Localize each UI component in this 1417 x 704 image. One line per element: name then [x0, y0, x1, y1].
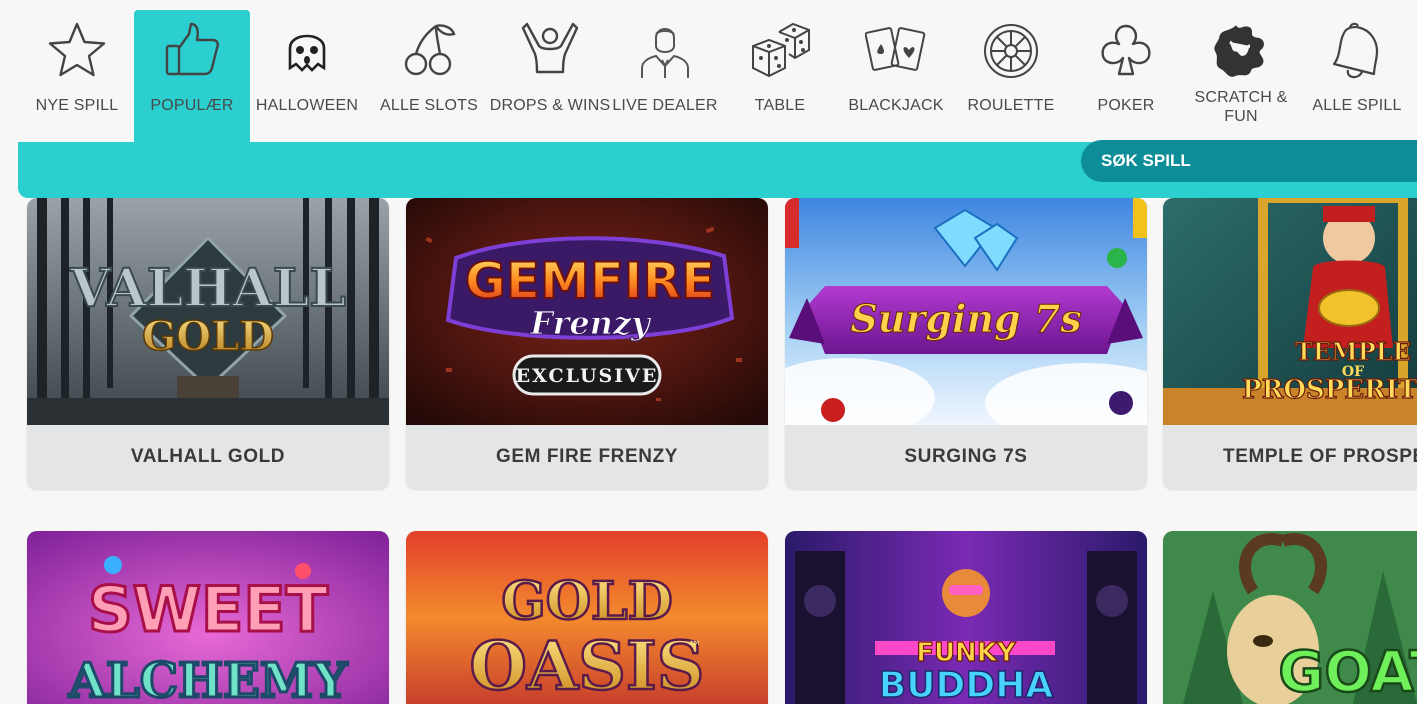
game-art-subtitle: BUDDHA: [879, 665, 1054, 704]
nav-label: ALLE SLOTS: [379, 97, 479, 114]
nav-label: HALLOWEEN: [255, 97, 359, 114]
game-art-subtitle: PROSPERITY: [1242, 375, 1417, 405]
nav-label: SCRATCH & FUN: [1194, 89, 1288, 125]
nav-item-nye-spill[interactable]: NYE SPILL: [24, 10, 130, 142]
ghost-icon: [276, 20, 338, 82]
nav-label: TABLE: [754, 97, 806, 114]
thumbs-up-icon: [161, 20, 223, 82]
nav-label: NYE SPILL: [35, 97, 119, 114]
game-art-trademark: ™: [688, 639, 702, 655]
game-card-gem-fire-frenzy[interactable]: GEMFIRE Frenzy EXCLUSIVE GEM FIRE FRENZY: [406, 198, 768, 489]
nav-item-scratch-fun[interactable]: SCRATCH & FUN: [1192, 10, 1290, 142]
nav-label: DROPS & WINS: [489, 97, 611, 114]
category-nav: NYE SPILL POPULÆR HALLOWEEN ALLE SLOTS D…: [0, 0, 1417, 142]
cheering-person-icon: [519, 20, 581, 82]
dealer-icon: [634, 20, 696, 82]
club-suit-icon: [1095, 20, 1157, 82]
nav-label: LIVE DEALER: [612, 97, 718, 114]
cherries-icon: [398, 20, 460, 82]
game-art-title: GOAT: [1278, 640, 1417, 704]
game-thumbnail: GEMFIRE Frenzy EXCLUSIVE: [406, 198, 768, 425]
game-art-title: SWEET: [88, 573, 328, 646]
game-thumbnail: VALHALL GOLD: [27, 198, 389, 425]
nav-label: POPULÆR: [150, 97, 234, 114]
bell-icon: [1326, 20, 1388, 82]
search-games-button[interactable]: SØK SPILL: [1081, 140, 1417, 182]
game-art-title: FUNKY: [916, 638, 1017, 668]
game-art-title: GEMFIRE: [465, 252, 715, 310]
game-title: TEMPLE OF PROSPERITY: [1223, 446, 1417, 467]
nav-item-alle-spill[interactable]: ALLE SPILL: [1306, 10, 1408, 142]
game-title: VALHALL GOLD: [130, 446, 286, 467]
nav-label: ROULETTE: [967, 97, 1055, 114]
game-art-subtitle: OASIS: [470, 627, 705, 704]
game-art-title: GOLD: [501, 571, 672, 632]
game-art-subtitle: Frenzy: [529, 304, 652, 342]
playing-cards-icon: [864, 20, 927, 82]
game-card-gold-oasis[interactable]: GOLD OASIS ™: [406, 531, 768, 704]
game-art-badge: EXCLUSIVE: [516, 365, 659, 387]
nav-label: ALLE SPILL: [1312, 97, 1402, 114]
game-thumbnail: FUNKY BUDDHA: [785, 531, 1147, 704]
game-art-title: TEMPLE: [1295, 337, 1411, 366]
nav-label: POKER: [1097, 97, 1155, 114]
roulette-wheel-icon: [980, 20, 1042, 82]
game-art-title: Surging 7s: [850, 296, 1081, 341]
nav-item-roulette[interactable]: ROULETTE: [960, 10, 1062, 142]
game-thumbnail: GOAT: [1163, 531, 1417, 704]
game-art-subtitle: GOLD: [142, 313, 274, 360]
game-title: GEM FIRE FRENZY: [495, 446, 679, 467]
game-title: SURGING 7S: [904, 446, 1028, 467]
game-card-valhall-gold[interactable]: VALHALL GOLD VALHALL GOLD: [27, 198, 389, 489]
nav-label: BLACKJACK: [848, 97, 944, 114]
nav-item-populaer[interactable]: POPULÆR: [134, 10, 250, 142]
game-card-temple-of-prosperity[interactable]: TEMPLE OF PROSPERITY TEMPLE OF PROSPERIT…: [1163, 198, 1417, 489]
game-card-funky-buddha[interactable]: FUNKY BUDDHA: [785, 531, 1147, 704]
game-card-surging-7s[interactable]: Surging 7s SURGING 7S: [785, 198, 1147, 489]
nav-item-poker[interactable]: POKER: [1078, 10, 1174, 142]
nav-item-blackjack[interactable]: BLACKJACK: [842, 10, 950, 142]
nav-item-halloween[interactable]: HALLOWEEN: [254, 10, 360, 142]
game-thumbnail: SWEET ALCHEMY: [27, 531, 389, 704]
nav-item-drops-wins[interactable]: DROPS & WINS: [490, 10, 610, 142]
nav-item-alle-slots[interactable]: ALLE SLOTS: [378, 10, 480, 142]
search-button-label: SØK SPILL: [1101, 151, 1191, 170]
nav-item-table[interactable]: TABLE: [730, 10, 830, 142]
game-thumbnail: GOLD OASIS ™: [406, 531, 768, 704]
game-art-title: VALHALL: [69, 258, 346, 319]
game-thumbnail: Surging 7s: [785, 198, 1147, 425]
dice-icon: [749, 20, 811, 82]
game-art-subtitle: ALCHEMY: [68, 653, 348, 704]
game-card-goat[interactable]: GOAT: [1163, 531, 1417, 704]
star-icon: [46, 20, 108, 82]
game-card-sweet-alchemy[interactable]: SWEET ALCHEMY: [27, 531, 389, 704]
game-thumbnail: TEMPLE OF PROSPERITY: [1163, 198, 1417, 425]
nav-item-live-dealer[interactable]: LIVE DEALER: [612, 10, 718, 142]
scratch-splat-icon: [1210, 20, 1272, 82]
